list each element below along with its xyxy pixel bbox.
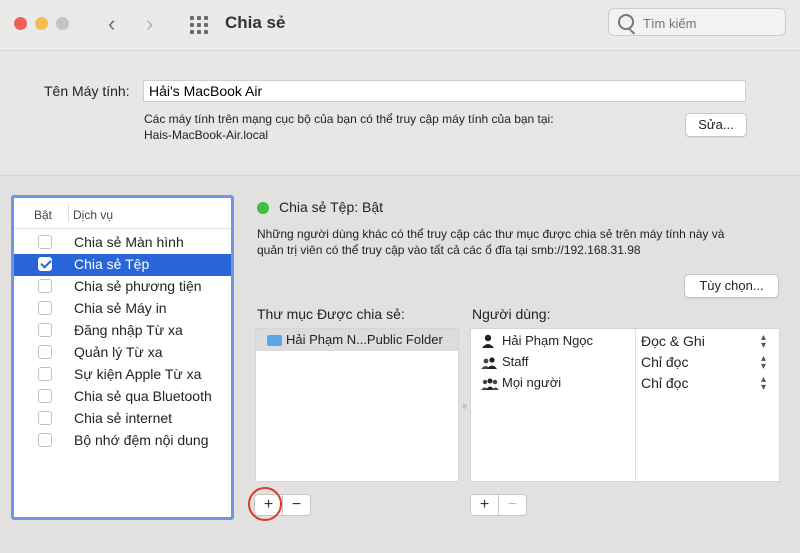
service-row[interactable]: Quản lý Từ xa [14, 342, 231, 364]
show-all-grid-icon[interactable] [190, 16, 208, 34]
service-checkbox[interactable] [38, 257, 52, 271]
header-on: Bật [34, 208, 53, 222]
split-handle[interactable] [462, 404, 467, 409]
forward-chevron-icon[interactable]: › [146, 11, 153, 37]
search-box[interactable] [608, 8, 786, 36]
service-row[interactable]: Chia sẻ internet [14, 408, 231, 430]
service-row[interactable]: Chia sẻ phương tiện [14, 276, 231, 298]
file-sharing-description-1: Những người dùng khác có thể truy cập cá… [257, 227, 725, 241]
computer-address: Hais-MacBook-Air.local [144, 128, 269, 142]
service-checkbox[interactable] [38, 279, 52, 293]
service-label: Bộ nhớ đệm nội dung [74, 432, 209, 448]
service-row[interactable]: Chia sẻ qua Bluetooth [14, 386, 231, 408]
service-checkbox[interactable] [38, 433, 52, 447]
user-name: Mọi người [502, 375, 562, 390]
service-row[interactable]: Bộ nhớ đệm nội dung [14, 430, 231, 452]
file-sharing-status: Chia sẻ Tệp: Bật [279, 199, 384, 215]
service-label: Quản lý Từ xa [74, 344, 163, 360]
computer-name-field[interactable] [143, 80, 746, 102]
service-label: Chia sẻ Máy in [74, 300, 167, 316]
back-chevron-icon[interactable]: ‹ [108, 11, 115, 37]
service-label: Sự kiện Apple Từ xa [74, 366, 202, 382]
permission-select[interactable]: Chỉ đọc [641, 375, 688, 391]
table-row[interactable]: Mọi người Chỉ đọc ▴ ▾ [471, 373, 779, 394]
service-label: Chia sẻ Màn hình [74, 234, 184, 250]
minimize-window-button[interactable] [35, 17, 48, 30]
computer-name-description: Các máy tính trên mạng cục bộ của bạn có… [144, 112, 554, 126]
status-indicator-icon [257, 202, 269, 214]
service-row[interactable]: Chia sẻ Máy in [14, 298, 231, 320]
permission-select[interactable]: Chỉ đọc [641, 354, 688, 370]
search-input[interactable] [641, 13, 783, 33]
shared-folder-name: Hải Phạm N...Public Folder [286, 332, 443, 347]
remove-folder-button[interactable]: − [282, 494, 311, 516]
service-checkbox[interactable] [38, 367, 52, 381]
header-service: Dịch vụ [73, 208, 114, 222]
service-label: Chia sẻ qua Bluetooth [74, 388, 212, 404]
stepper-chevron-icon[interactable]: ▴ ▾ [761, 333, 766, 351]
user-icon [482, 334, 494, 348]
options-button[interactable]: Tùy chọn... [684, 274, 779, 298]
service-label: Chia sẻ internet [74, 410, 173, 426]
users-table[interactable]: Hải Phạm Ngọc Đọc & Ghi ▴ ▾ Staff Chỉ đọc ▴ ▾ Mọ… [470, 328, 780, 482]
users-label: Người dùng: [472, 306, 551, 322]
edit-button[interactable]: Sửa... [685, 113, 747, 137]
remove-user-button[interactable]: − [498, 494, 527, 516]
service-row[interactable]: Đăng nhập Từ xa [14, 320, 231, 342]
header-separator [68, 204, 69, 222]
service-checkbox[interactable] [38, 235, 52, 249]
zoom-window-button[interactable] [56, 17, 69, 30]
stepper-chevron-icon[interactable]: ▴ ▾ [761, 375, 766, 393]
service-label: Chia sẻ Tệp [74, 256, 150, 272]
user-name: Staff [502, 354, 529, 369]
shared-folders-list[interactable]: Hải Phạm N...Public Folder [255, 328, 459, 482]
service-row[interactable]: Chia sẻ Màn hình [14, 232, 231, 254]
computer-name-label: Tên Máy tính: [44, 83, 130, 99]
table-row[interactable]: Hải Phạm Ngọc Đọc & Ghi ▴ ▾ [471, 331, 779, 352]
stepper-chevron-icon[interactable]: ▴ ▾ [761, 354, 766, 372]
add-user-button[interactable]: + [470, 494, 499, 516]
table-row[interactable]: Staff Chỉ đọc ▴ ▾ [471, 352, 779, 373]
service-row[interactable]: Sự kiện Apple Từ xa [14, 364, 231, 386]
close-window-button[interactable] [14, 17, 27, 30]
permission-select[interactable]: Đọc & Ghi [641, 333, 705, 349]
list-item[interactable]: Hải Phạm N...Public Folder [256, 329, 458, 351]
search-icon [618, 14, 634, 30]
service-checkbox[interactable] [38, 345, 52, 359]
group-icon [481, 357, 497, 369]
service-row[interactable]: Chia sẻ Tệp [14, 254, 231, 276]
shared-folders-label: Thư mục Được chia sẻ: [257, 306, 405, 322]
services-list[interactable]: Bật Dịch vụ Chia sẻ Màn hình Chia sẻ Tệp C… [11, 195, 234, 520]
service-checkbox[interactable] [38, 301, 52, 315]
file-sharing-description-2: quản trị viên có thể truy cập vào tất cả… [257, 243, 641, 257]
services-list-header: Bật Dịch vụ [14, 198, 231, 229]
window-title: Chia sẻ [225, 13, 286, 32]
user-name: Hải Phạm Ngọc [502, 333, 594, 348]
highlight-circle [248, 487, 282, 521]
service-checkbox[interactable] [38, 323, 52, 337]
service-label: Chia sẻ phương tiện [74, 278, 202, 294]
service-checkbox[interactable] [38, 411, 52, 425]
service-checkbox[interactable] [38, 389, 52, 403]
service-label: Đăng nhập Từ xa [74, 322, 183, 338]
folder-icon [267, 335, 282, 346]
everyone-icon [481, 378, 499, 390]
